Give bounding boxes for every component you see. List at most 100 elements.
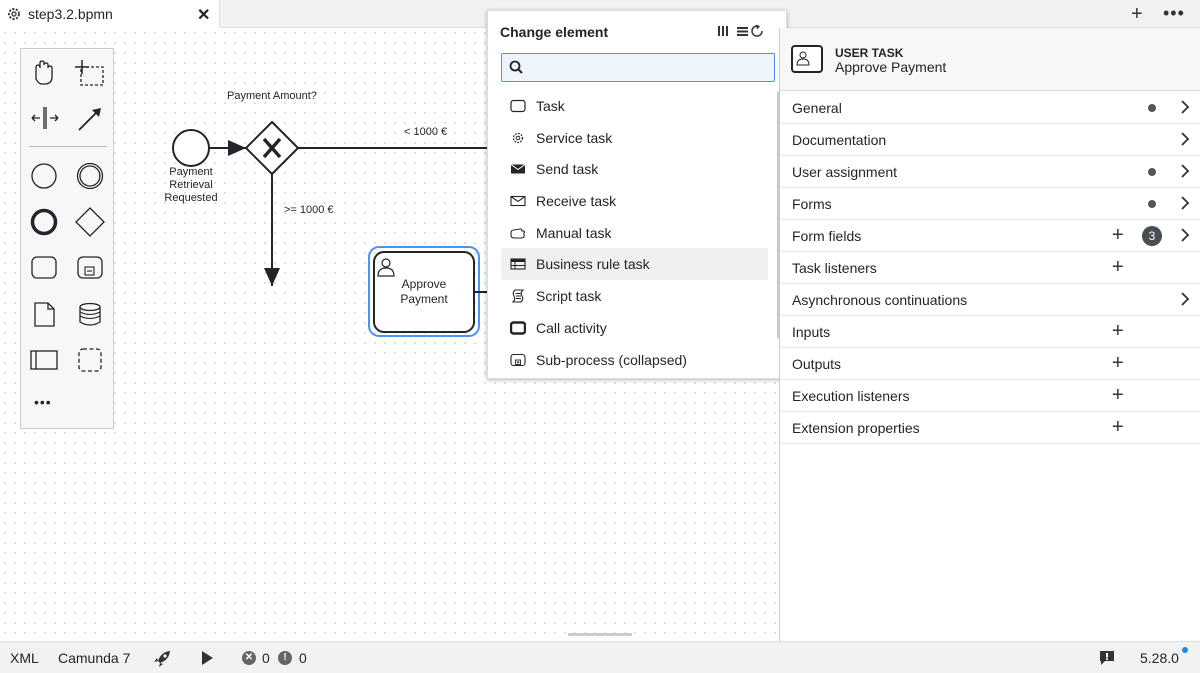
popup-item-label: Send task <box>536 161 599 178</box>
popup-item-service-task[interactable]: Service task <box>501 122 768 154</box>
search-icon <box>509 60 523 74</box>
warning-count[interactable]: 0 <box>299 650 307 666</box>
tool-palette: ••• <box>20 48 114 429</box>
connect-tool-icon[interactable] <box>78 108 101 131</box>
subprocess-icon[interactable] <box>77 256 103 279</box>
lasso-tool-icon[interactable] <box>75 60 104 86</box>
group-forms[interactable]: Forms <box>780 188 1200 220</box>
data-indicator-dot <box>1148 200 1156 208</box>
add-icon[interactable]: + <box>1112 256 1124 279</box>
tab-title: step3.2.bpmn <box>28 6 113 22</box>
popup-item-send-task[interactable]: Send task <box>501 153 768 185</box>
popup-list: Task Service task Send task Receive task… <box>501 90 768 375</box>
popup-item-business-rule-task[interactable]: Business rule task <box>501 248 768 281</box>
group-label: Task listeners <box>792 260 877 276</box>
start-event-label-line: Requested <box>164 192 218 204</box>
chevron-right-icon <box>1181 292 1190 306</box>
call-activity-icon <box>510 321 526 335</box>
flow-low-label: < 1000 € <box>404 126 448 138</box>
error-count[interactable]: 0 <box>262 650 270 666</box>
status-bar: XML Camunda 7 ✕ 0 ! 0 5.28.0 <box>0 641 1200 673</box>
add-icon[interactable]: + <box>1112 320 1124 343</box>
popup-item-task[interactable]: Task <box>501 90 768 122</box>
add-icon[interactable]: + <box>1112 224 1124 247</box>
change-element-popup: Change element Task Service task Send ta… <box>487 10 787 379</box>
deploy-rocket-icon[interactable] <box>152 649 172 667</box>
reset-icon[interactable] <box>751 24 763 37</box>
xml-button[interactable]: XML <box>10 650 39 666</box>
popup-item-label: Task <box>536 98 565 114</box>
script-task-icon <box>511 289 525 303</box>
group-icon[interactable] <box>78 348 102 372</box>
play-icon[interactable] <box>200 650 214 666</box>
task-icon <box>510 99 526 113</box>
end-event-icon[interactable] <box>30 208 58 236</box>
data-store-icon[interactable] <box>79 302 101 326</box>
start-event-icon[interactable] <box>31 163 57 189</box>
group-extension-properties[interactable]: Extension properties + <box>780 412 1200 444</box>
pool-icon[interactable] <box>30 350 58 370</box>
start-event[interactable] <box>172 129 210 167</box>
start-event-label: Payment Retrieval Requested <box>155 166 227 205</box>
tab-active[interactable]: step3.2.bpmn ✕ <box>0 0 220 28</box>
group-execution-listeners[interactable]: Execution listeners + <box>780 380 1200 412</box>
add-tab-icon[interactable]: + <box>1131 3 1143 26</box>
count-badge: 3 <box>1142 226 1162 246</box>
popup-item-call-activity[interactable]: Call activity <box>501 312 768 344</box>
task-icon[interactable] <box>31 256 57 279</box>
panel-resize-handle[interactable] <box>568 633 632 636</box>
add-icon[interactable]: + <box>1112 384 1124 407</box>
user-task-header-icon <box>791 45 823 73</box>
gateway-label: Payment Amount? <box>227 90 317 102</box>
send-task-icon <box>510 164 526 174</box>
exclusive-gateway[interactable] <box>244 120 300 176</box>
business-rule-task-icon <box>510 258 526 270</box>
chevron-right-icon <box>1181 132 1190 146</box>
group-label: Form fields <box>792 228 862 244</box>
warning-icon[interactable]: ! <box>278 651 292 665</box>
flow-high-label: >= 1000 € <box>284 204 334 216</box>
add-icon[interactable]: + <box>1112 352 1124 375</box>
group-task-listeners[interactable]: Task listeners + <box>780 252 1200 284</box>
popup-item-label: Receive task <box>536 193 617 210</box>
group-label: Outputs <box>792 356 842 372</box>
group-label: Extension properties <box>792 420 920 436</box>
close-icon[interactable]: ✕ <box>197 5 210 25</box>
element-name: Approve Payment <box>835 59 947 75</box>
search-input[interactable] <box>528 58 768 78</box>
gear-icon <box>8 8 20 20</box>
hand-tool-icon[interactable] <box>35 60 53 85</box>
popup-header-icons <box>716 23 766 42</box>
popup-item-subprocess-collapsed[interactable]: Sub-process (collapsed) <box>501 344 768 376</box>
search-field[interactable] <box>501 53 775 82</box>
intermediate-event-icon[interactable] <box>76 162 104 190</box>
error-icon[interactable]: ✕ <box>242 651 256 665</box>
group-inputs[interactable]: Inputs + <box>780 316 1200 348</box>
space-tool-icon[interactable] <box>31 107 59 129</box>
more-tools-icon[interactable]: ••• <box>34 394 52 410</box>
group-general[interactable]: General <box>780 92 1200 124</box>
more-icon[interactable]: ••• <box>1163 3 1185 24</box>
gateway-icon[interactable] <box>75 207 105 237</box>
version-label[interactable]: 5.28.0 <box>1140 650 1179 666</box>
platform-button[interactable]: Camunda 7 <box>58 650 130 666</box>
feedback-icon[interactable] <box>1099 650 1115 666</box>
data-object-icon[interactable] <box>34 302 55 327</box>
group-documentation[interactable]: Documentation <box>780 124 1200 156</box>
popup-item-script-task[interactable]: Script task <box>501 280 768 312</box>
properties-header: USER TASK Approve Payment <box>780 28 1200 91</box>
group-user-assignment[interactable]: User assignment <box>780 156 1200 188</box>
group-async-continuations[interactable]: Asynchronous continuations <box>780 284 1200 316</box>
popup-item-label: Call activity <box>536 319 607 336</box>
add-icon[interactable]: + <box>1112 416 1124 439</box>
columns-icon[interactable] <box>718 26 728 36</box>
task-label-line: Payment <box>400 292 448 306</box>
popup-item-receive-task[interactable]: Receive task <box>501 185 768 217</box>
group-outputs[interactable]: Outputs + <box>780 348 1200 380</box>
group-form-fields[interactable]: Form fields + 3 <box>780 220 1200 252</box>
manual-task-icon <box>510 228 526 239</box>
list-icon[interactable] <box>737 27 748 36</box>
popup-item-manual-task[interactable]: Manual task <box>501 217 768 249</box>
service-task-icon <box>512 132 524 143</box>
data-indicator-dot <box>1148 104 1156 112</box>
